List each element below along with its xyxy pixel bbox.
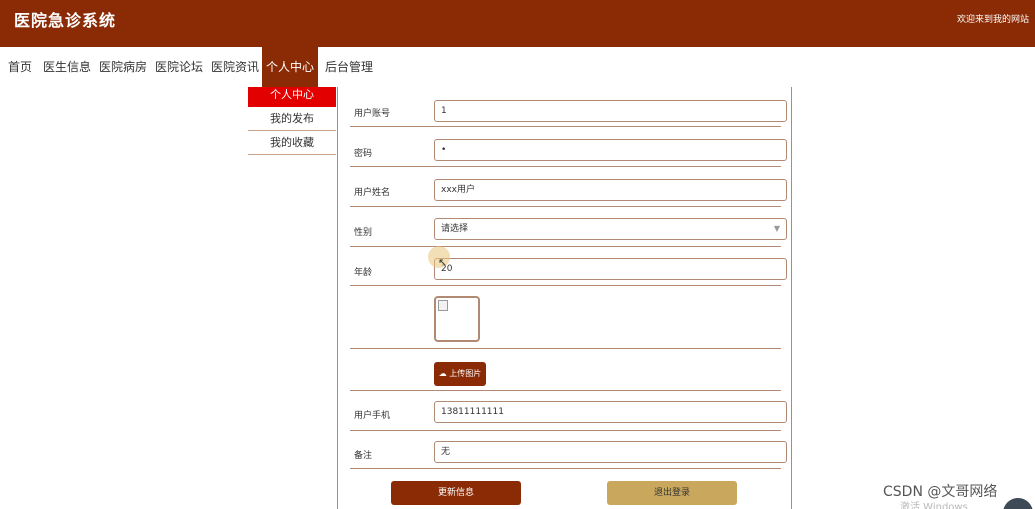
form-row-gender: 性别 请选择 ▼: [350, 207, 787, 247]
windows-activation-watermark: 激活 Windows: [900, 502, 968, 509]
personal-submenu: 个人中心 我的发布 我的收藏: [248, 87, 336, 155]
account-label: 用户账号: [354, 109, 391, 119]
submenu-item-my-posts[interactable]: 我的发布: [248, 107, 336, 131]
phone-label: 用户手机: [354, 411, 391, 421]
form-row-photo: [350, 286, 781, 349]
broken-image-icon: [438, 300, 448, 311]
logout-button[interactable]: 退出登录: [607, 481, 737, 505]
password-input[interactable]: •: [434, 139, 787, 161]
site-title: 医院急诊系统: [14, 11, 117, 30]
corner-button[interactable]: [1003, 498, 1033, 509]
mouse-pointer-icon: ↖: [438, 256, 448, 269]
header-bar: 医院急诊系统 欢迎来到我的网站: [0, 0, 1035, 47]
chevron-down-icon: ▼: [773, 224, 780, 233]
nav-item-news[interactable]: 医院资讯: [211, 47, 259, 87]
gender-label: 性别: [354, 228, 373, 238]
cloud-upload-icon: ☁: [438, 369, 447, 378]
gender-select-placeholder: 请选择: [441, 224, 469, 234]
password-label: 密码: [354, 149, 373, 159]
submenu-item-my-favorites[interactable]: 我的收藏: [248, 131, 336, 155]
upload-button-label: 上传图片: [449, 369, 482, 378]
update-info-button[interactable]: 更新信息: [391, 481, 521, 505]
remark-input[interactable]: 无: [434, 441, 787, 463]
nav-item-doctor-info[interactable]: 医生信息: [43, 47, 91, 87]
nav-item-home[interactable]: 首页: [8, 47, 32, 87]
name-input[interactable]: xxx用户: [434, 179, 787, 201]
form-row-remark: 备注 无: [350, 431, 787, 469]
nav-item-personal-center[interactable]: 个人中心: [262, 47, 318, 87]
form-row-name: 用户姓名 xxx用户: [350, 167, 787, 207]
phone-input[interactable]: 13811111111: [434, 401, 787, 423]
submenu-item-personal-center[interactable]: 个人中心: [248, 87, 336, 107]
form-row-phone: 用户手机 13811111111: [350, 391, 787, 431]
form-row-upload: ☁ 上传图片: [350, 349, 781, 391]
nav-item-admin[interactable]: 后台管理: [325, 47, 373, 87]
remark-label: 备注: [354, 451, 373, 461]
age-label: 年龄: [354, 268, 373, 278]
nav-item-wards[interactable]: 医院病房: [99, 47, 147, 87]
form-row-password: 密码 •: [350, 127, 787, 167]
main-nav: 首页 医生信息 医院病房 医院论坛 医院资讯 个人中心 后台管理: [0, 47, 1035, 87]
account-input[interactable]: 1: [434, 100, 787, 122]
name-label: 用户姓名: [354, 188, 391, 198]
profile-form-panel: 用户账号 1 密码 • 用户姓名 xxx用户 性别 请选择 ▼ 年龄 20 ☁ …: [337, 87, 792, 509]
upload-image-button[interactable]: ☁ 上传图片: [434, 362, 486, 386]
form-row-account: 用户账号 1: [350, 87, 787, 127]
welcome-text: 欢迎来到我的网站: [956, 15, 1029, 25]
gender-select[interactable]: 请选择 ▼: [434, 218, 787, 240]
age-input[interactable]: 20: [434, 258, 787, 280]
nav-item-forum[interactable]: 医院论坛: [155, 47, 203, 87]
form-row-age: 年龄 20: [350, 247, 787, 286]
avatar-image: [434, 296, 480, 342]
